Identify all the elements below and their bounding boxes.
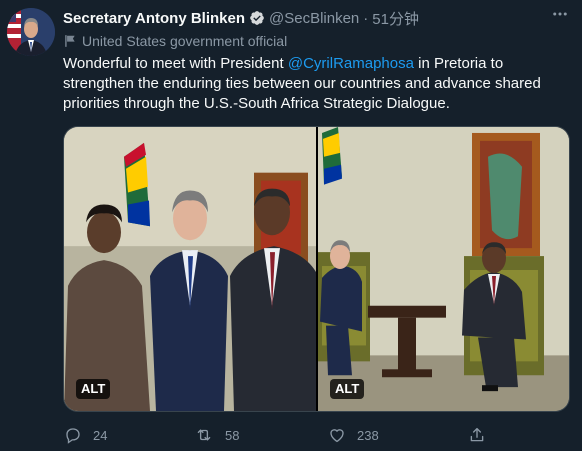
separator-dot: ·: [363, 9, 369, 27]
alt-badge[interactable]: ALT: [330, 379, 365, 399]
government-label: United States government official: [63, 32, 287, 50]
retweet-icon: [197, 429, 211, 441]
share-button[interactable]: [468, 426, 486, 444]
mention-link[interactable]: @CyrilRamaphosa: [288, 55, 414, 72]
avatar-portrait: [7, 8, 55, 56]
author-name[interactable]: Secretary Antony Blinken: [63, 10, 245, 27]
action-bar: 24 58 238: [60, 424, 530, 446]
flag-icon: [65, 35, 75, 47]
heart-icon: [330, 429, 344, 443]
media-grid: ALT ALT: [63, 126, 570, 412]
timestamp[interactable]: 51分钟: [372, 8, 419, 29]
photo-group-portrait-image: [64, 127, 316, 411]
like-button[interactable]: 238: [328, 426, 379, 444]
author-handle[interactable]: @SecBlinken: [269, 10, 359, 27]
photo-seated-meeting-image: [318, 127, 569, 411]
like-count: 238: [357, 427, 379, 443]
verified-badge-icon: [249, 10, 265, 26]
tweet-text-part: Wonderful to meet with President: [63, 55, 288, 72]
tweet-header: Secretary Antony Blinken @SecBlinken · 5…: [63, 8, 572, 28]
avatar[interactable]: [7, 8, 55, 56]
reply-icon: [66, 428, 80, 444]
government-label-text: United States government official: [82, 33, 288, 49]
retweet-count: 58: [225, 427, 240, 443]
reply-button[interactable]: 24: [64, 426, 107, 444]
more-button[interactable]: [548, 4, 572, 24]
alt-badge[interactable]: ALT: [76, 379, 111, 399]
tweet-text: Wonderful to meet with President @CyrilR…: [63, 54, 573, 114]
share-icon: [470, 427, 484, 442]
photo-seated-meeting[interactable]: ALT: [318, 127, 569, 411]
tweet-card[interactable]: Secretary Antony Blinken @SecBlinken · 5…: [0, 0, 582, 451]
more-dots-icon: [553, 12, 567, 16]
photo-group-portrait[interactable]: ALT: [64, 127, 316, 411]
reply-count: 24: [93, 427, 108, 443]
retweet-button[interactable]: 58: [194, 426, 239, 444]
